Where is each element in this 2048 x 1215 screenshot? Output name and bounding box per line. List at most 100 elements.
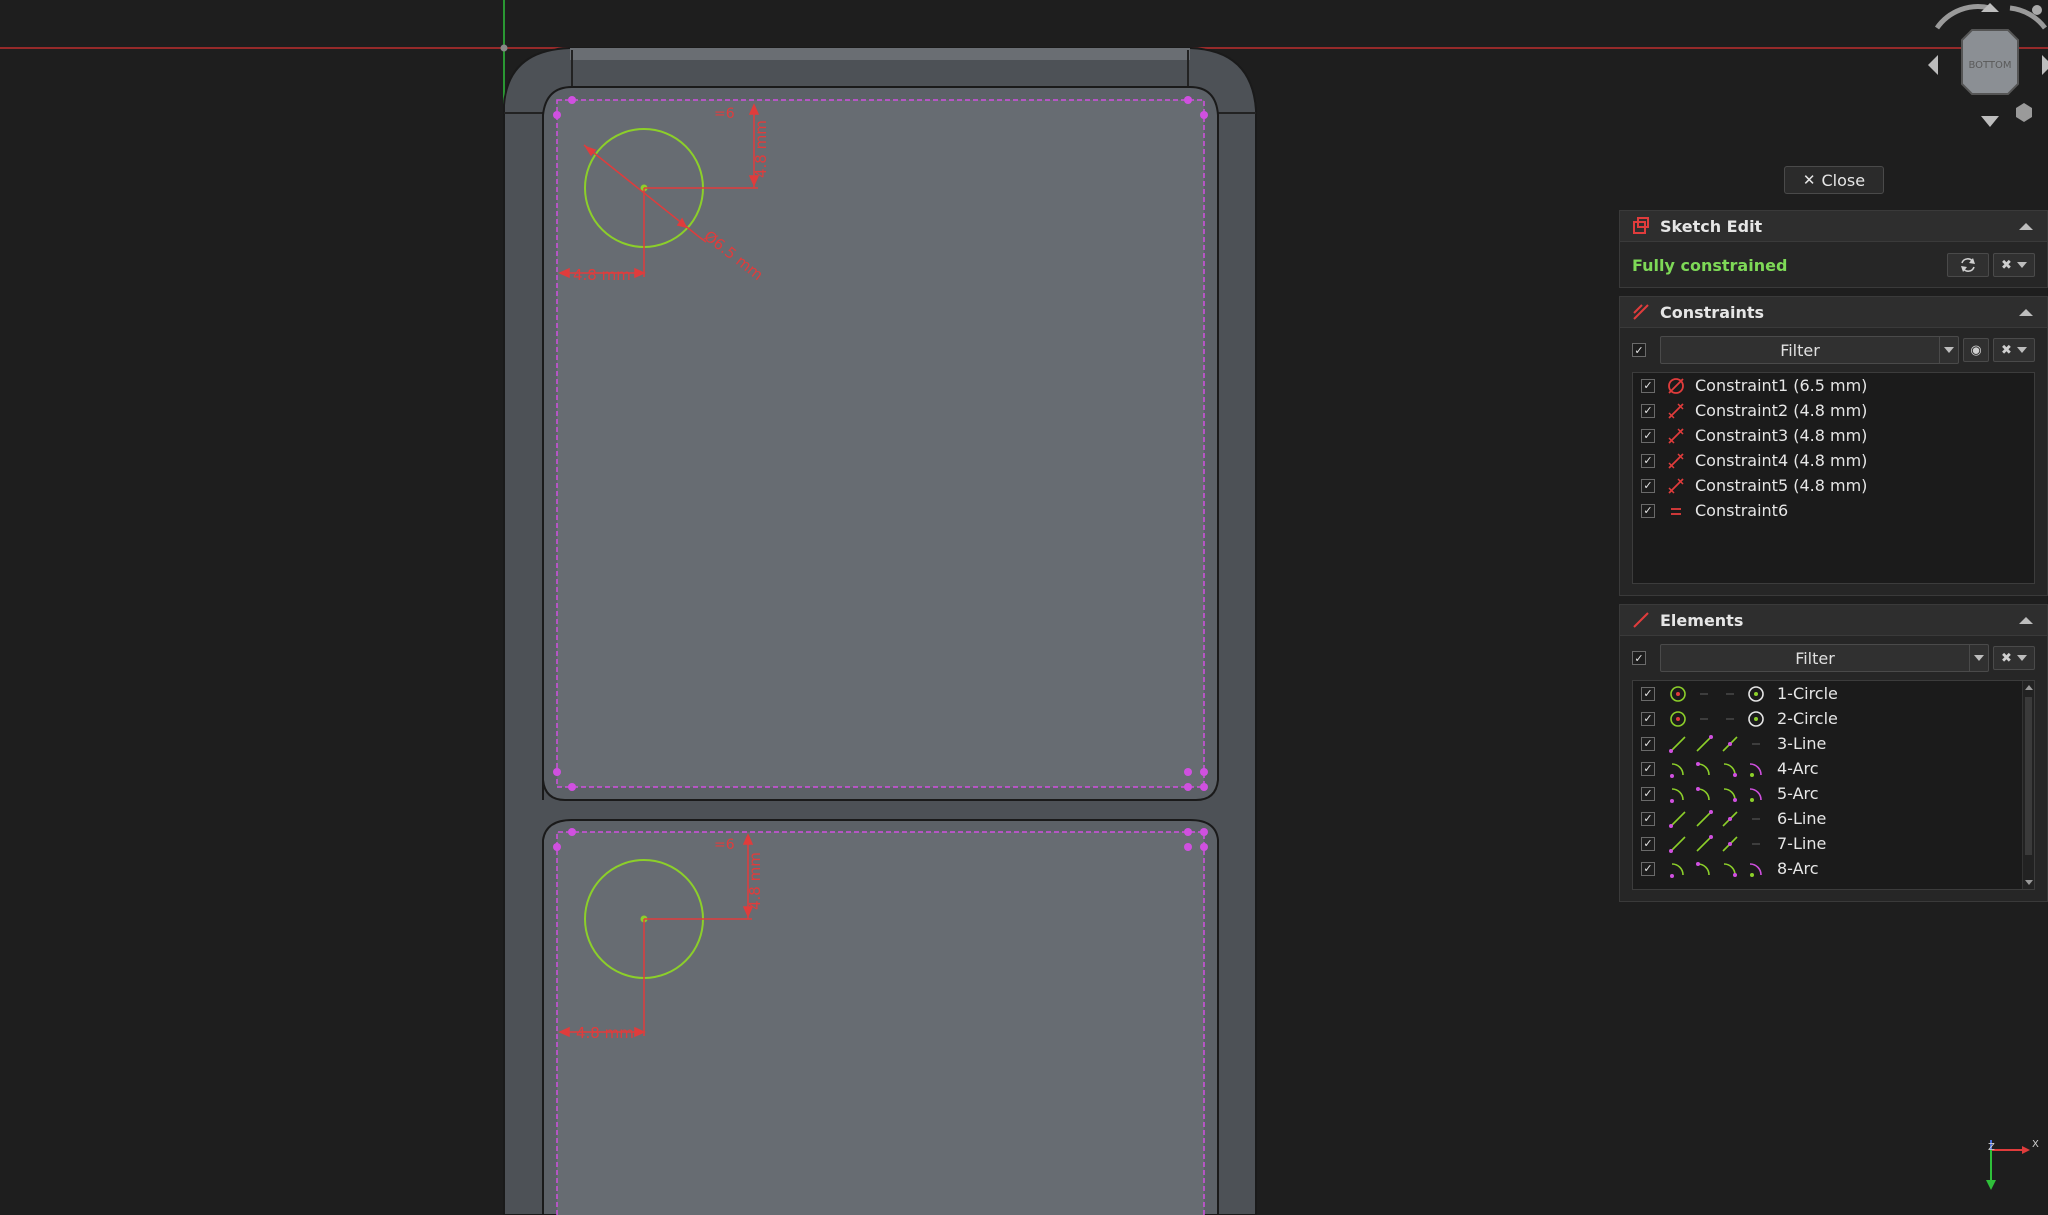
element-line-part-2-icon[interactable] bbox=[1691, 733, 1717, 755]
element-line-part-1-icon[interactable] bbox=[1665, 808, 1691, 830]
navigation-cube[interactable]: BOTTOM bbox=[1928, 3, 2048, 127]
constraint-checkbox[interactable]: ✓ bbox=[1641, 453, 1655, 468]
elements-settings-button[interactable]: ✖ bbox=[1993, 646, 2035, 670]
element-arc-part-1-icon[interactable] bbox=[1665, 758, 1691, 780]
navcube-view-menu-icon[interactable] bbox=[2016, 103, 2032, 122]
element-checkbox[interactable]: ✓ bbox=[1641, 861, 1655, 876]
navcube-right-arrow-icon[interactable] bbox=[2042, 55, 2048, 75]
scroll-down-icon[interactable] bbox=[2025, 880, 2033, 885]
elements-scrollbar[interactable] bbox=[2022, 681, 2034, 889]
element-arc-part-2-icon[interactable] bbox=[1691, 758, 1717, 780]
element-arc-part-2-icon[interactable] bbox=[1691, 858, 1717, 880]
recompute-button[interactable] bbox=[1947, 253, 1989, 277]
constraint-checkbox[interactable]: ✓ bbox=[1641, 378, 1655, 393]
constraint-checkbox[interactable]: ✓ bbox=[1641, 478, 1655, 493]
element-line-part-4-icon[interactable] bbox=[1743, 833, 1769, 855]
element-line-part-1-icon[interactable] bbox=[1665, 733, 1691, 755]
chevron-down-icon bbox=[2016, 655, 2027, 661]
element-checkbox[interactable]: ✓ bbox=[1641, 811, 1655, 826]
element-circle-part-4-icon[interactable] bbox=[1743, 708, 1769, 730]
element-circle-part-3-icon[interactable] bbox=[1717, 708, 1743, 730]
element-arc-part-4-icon[interactable] bbox=[1743, 858, 1769, 880]
element-row[interactable]: ✓ 7-Line bbox=[1633, 831, 2034, 856]
navcube-rotate-left-icon[interactable] bbox=[1934, 4, 1991, 30]
constraint-checkbox[interactable]: ✓ bbox=[1641, 428, 1655, 443]
element-line-part-2-icon[interactable] bbox=[1691, 833, 1717, 855]
constraints-visibility-button[interactable]: ◉ bbox=[1963, 338, 1989, 362]
element-arc-part-4-icon[interactable] bbox=[1743, 758, 1769, 780]
element-circle-part-3-icon[interactable] bbox=[1717, 683, 1743, 705]
element-circle-part-1-icon[interactable] bbox=[1665, 708, 1691, 730]
element-row[interactable]: ✓ 8-Arc bbox=[1633, 856, 2034, 881]
element-circle-part-2-icon[interactable] bbox=[1691, 708, 1717, 730]
pocket-1-face[interactable] bbox=[557, 100, 1204, 787]
element-circle-part-1-icon[interactable] bbox=[1665, 683, 1691, 705]
constraints-header[interactable]: Constraints bbox=[1620, 297, 2047, 328]
element-circle-part-4-icon[interactable] bbox=[1743, 683, 1769, 705]
constraint-row[interactable]: ✓ Constraint5 (4.8 mm) bbox=[1633, 473, 2034, 498]
close-button[interactable]: ✕ Close bbox=[1784, 166, 1884, 194]
element-checkbox[interactable]: ✓ bbox=[1641, 711, 1655, 726]
elements-list[interactable]: ✓ 1-Circle ✓ 2-Circle ✓ 3-Line ✓ 4-Arc ✓ 5-Arc ✓ 6-… bbox=[1632, 680, 2035, 890]
elements-header[interactable]: Elements bbox=[1620, 605, 2047, 636]
dim-top-horizontal[interactable]: 4.8 mm bbox=[573, 266, 631, 284]
dim-top-equal[interactable]: =6 bbox=[714, 106, 735, 122]
element-row[interactable]: ✓ 1-Circle bbox=[1633, 681, 2034, 706]
element-line-part-4-icon[interactable] bbox=[1743, 733, 1769, 755]
element-line-part-4-icon[interactable] bbox=[1743, 808, 1769, 830]
constraint-row[interactable]: ✓ Constraint6 bbox=[1633, 498, 2034, 523]
dim-bottom-vertical[interactable]: 4.8 mm bbox=[746, 852, 764, 910]
solver-settings-button[interactable]: ✖ bbox=[1993, 253, 2035, 277]
dim-top-vertical[interactable]: 4.8 mm bbox=[752, 120, 770, 178]
pocket-2-face[interactable] bbox=[557, 832, 1204, 1215]
element-arc-part-2-icon[interactable] bbox=[1691, 783, 1717, 805]
element-line-part-3-icon[interactable] bbox=[1717, 733, 1743, 755]
collapse-icon[interactable] bbox=[2019, 308, 2033, 316]
element-arc-part-3-icon[interactable] bbox=[1717, 783, 1743, 805]
element-arc-part-3-icon[interactable] bbox=[1717, 858, 1743, 880]
element-checkbox[interactable]: ✓ bbox=[1641, 786, 1655, 801]
element-checkbox[interactable]: ✓ bbox=[1641, 836, 1655, 851]
constraint-equal-icon bbox=[1665, 500, 1687, 522]
element-row[interactable]: ✓ 2-Circle bbox=[1633, 706, 2034, 731]
collapse-icon[interactable] bbox=[2019, 222, 2033, 230]
constraint-checkbox[interactable]: ✓ bbox=[1641, 503, 1655, 518]
element-arc-part-1-icon[interactable] bbox=[1665, 783, 1691, 805]
dim-bottom-horizontal[interactable]: 4.8 mm bbox=[576, 1024, 634, 1042]
scroll-up-icon[interactable] bbox=[2025, 685, 2033, 690]
dim-bottom-equal[interactable]: =6 bbox=[714, 837, 735, 853]
element-row[interactable]: ✓ 3-Line bbox=[1633, 731, 2034, 756]
elements-filter-dropdown[interactable]: Filter bbox=[1660, 644, 1989, 672]
constraints-filter-dropdown[interactable]: Filter bbox=[1660, 336, 1959, 364]
constraint-row[interactable]: ✓ Constraint3 (4.8 mm) bbox=[1633, 423, 2034, 448]
sketch-origin bbox=[500, 44, 508, 52]
constraint-row[interactable]: ✓ Constraint1 (6.5 mm) bbox=[1633, 373, 2034, 398]
element-arc-part-1-icon[interactable] bbox=[1665, 858, 1691, 880]
element-row[interactable]: ✓ 6-Line bbox=[1633, 806, 2034, 831]
element-checkbox[interactable]: ✓ bbox=[1641, 736, 1655, 751]
navcube-down-arrow-icon[interactable] bbox=[1981, 116, 1999, 127]
constraint-row[interactable]: ✓ Constraint4 (4.8 mm) bbox=[1633, 448, 2034, 473]
constraint-row[interactable]: ✓ Constraint2 (4.8 mm) bbox=[1633, 398, 2034, 423]
navcube-left-arrow-icon[interactable] bbox=[1928, 55, 1938, 75]
element-checkbox[interactable]: ✓ bbox=[1641, 686, 1655, 701]
elements-select-all-checkbox[interactable]: ✓ bbox=[1632, 651, 1646, 665]
constraints-select-all-checkbox[interactable]: ✓ bbox=[1632, 343, 1646, 357]
element-row[interactable]: ✓ 4-Arc bbox=[1633, 756, 2034, 781]
element-line-part-3-icon[interactable] bbox=[1717, 833, 1743, 855]
constraints-list[interactable]: ✓ Constraint1 (6.5 mm) ✓ Constraint2 (4.8 m… bbox=[1632, 372, 2035, 584]
element-line-part-3-icon[interactable] bbox=[1717, 808, 1743, 830]
constraints-settings-button[interactable]: ✖ bbox=[1993, 338, 2035, 362]
scroll-thumb[interactable] bbox=[2025, 697, 2032, 856]
element-checkbox[interactable]: ✓ bbox=[1641, 761, 1655, 776]
sketch-edit-header[interactable]: Sketch Edit bbox=[1620, 211, 2047, 242]
element-line-part-1-icon[interactable] bbox=[1665, 833, 1691, 855]
element-line-part-2-icon[interactable] bbox=[1691, 808, 1717, 830]
element-circle-part-2-icon[interactable] bbox=[1691, 683, 1717, 705]
element-row[interactable]: ✓ 5-Arc bbox=[1633, 781, 2034, 806]
collapse-icon[interactable] bbox=[2019, 616, 2033, 624]
navcube-menu-icon[interactable] bbox=[2032, 5, 2042, 15]
element-arc-part-3-icon[interactable] bbox=[1717, 758, 1743, 780]
element-arc-part-4-icon[interactable] bbox=[1743, 783, 1769, 805]
constraint-checkbox[interactable]: ✓ bbox=[1641, 403, 1655, 418]
